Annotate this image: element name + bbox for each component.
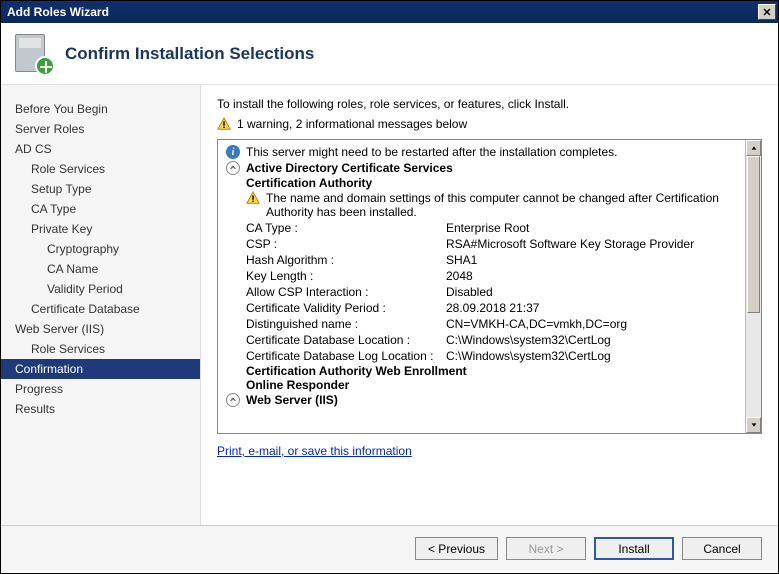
property-row: Certificate Database Log Location :C:\Wi…: [246, 348, 739, 364]
window-title: Add Roles Wizard: [7, 5, 109, 19]
sidebar-item-confirmation[interactable]: Confirmation: [1, 359, 200, 379]
sidebar-item-private-key[interactable]: Private Key: [1, 219, 200, 239]
sidebar-item-validity-period[interactable]: Validity Period: [1, 279, 200, 299]
sidebar-item-before-you-begin[interactable]: Before You Begin: [1, 99, 200, 119]
print-email-save-link[interactable]: Print, e-mail, or save this information: [217, 444, 762, 458]
scrollbar[interactable]: [745, 140, 761, 433]
warning-summary-text: 1 warning, 2 informational messages belo…: [237, 117, 467, 131]
iis-heading: Web Server (IIS): [246, 393, 338, 407]
main-panel: To install the following roles, role ser…: [201, 85, 778, 525]
warning-summary-row: 1 warning, 2 informational messages belo…: [217, 117, 762, 131]
property-row: CA Type :Enterprise Root: [246, 220, 739, 236]
property-key: Certificate Validity Period :: [246, 301, 446, 315]
property-key: Hash Algorithm :: [246, 253, 446, 267]
next-button: Next >: [506, 537, 586, 560]
sidebar-item-role-services[interactable]: Role Services: [1, 339, 200, 359]
restart-info-row: i This server might need to be restarted…: [226, 144, 739, 160]
property-value: C:\Windows\system32\CertLog: [446, 333, 611, 347]
cawe-heading: Certification Authority Web Enrollment: [246, 364, 739, 378]
collapse-icon[interactable]: [226, 393, 240, 407]
property-value: CN=VMKH-CA,DC=vmkh,DC=org: [446, 317, 627, 331]
install-button[interactable]: Install: [594, 537, 674, 560]
property-value: 28.09.2018 21:37: [446, 301, 539, 315]
sidebar-item-role-services[interactable]: Role Services: [1, 159, 200, 179]
property-key: Distinguished name :: [246, 317, 446, 331]
sidebar-item-cryptography[interactable]: Cryptography: [1, 239, 200, 259]
adcs-heading-row[interactable]: Active Directory Certificate Services: [226, 160, 739, 176]
adcs-heading: Active Directory Certificate Services: [246, 161, 453, 175]
sidebar-item-web-server-iis-[interactable]: Web Server (IIS): [1, 319, 200, 339]
ca-heading: Certification Authority: [246, 176, 739, 190]
sidebar-item-results[interactable]: Results: [1, 399, 200, 419]
iis-heading-row[interactable]: Web Server (IIS): [226, 392, 739, 408]
ca-warning-text: The name and domain settings of this com…: [266, 191, 739, 219]
property-key: Certificate Database Log Location :: [246, 349, 446, 363]
scroll-down-button[interactable]: [746, 417, 761, 433]
property-value: Enterprise Root: [446, 221, 529, 235]
property-key: Key Length :: [246, 269, 446, 283]
property-value: SHA1: [446, 253, 477, 267]
property-value: 2048: [446, 269, 473, 283]
property-value: RSA#Microsoft Software Key Storage Provi…: [446, 237, 694, 251]
previous-button[interactable]: < Previous: [415, 537, 498, 560]
property-row: Key Length :2048: [246, 268, 739, 284]
cancel-button[interactable]: Cancel: [682, 537, 762, 560]
intro-text: To install the following roles, role ser…: [217, 97, 762, 111]
property-row: CSP :RSA#Microsoft Software Key Storage …: [246, 236, 739, 252]
scroll-thumb[interactable]: [747, 156, 760, 313]
warning-icon: [217, 117, 231, 131]
ca-warning-row: The name and domain settings of this com…: [246, 190, 739, 220]
info-icon: i: [226, 145, 240, 159]
property-row: Distinguished name :CN=VMKH-CA,DC=vmkh,D…: [246, 316, 739, 332]
scroll-track[interactable]: [746, 156, 761, 417]
property-row: Certificate Database Location :C:\Window…: [246, 332, 739, 348]
property-row: Allow CSP Interaction :Disabled: [246, 284, 739, 300]
sidebar-item-ca-type[interactable]: CA Type: [1, 199, 200, 219]
property-key: Certificate Database Location :: [246, 333, 446, 347]
property-value: Disabled: [446, 285, 493, 299]
sidebar-item-setup-type[interactable]: Setup Type: [1, 179, 200, 199]
collapse-icon[interactable]: [226, 161, 240, 175]
sidebar-item-server-roles[interactable]: Server Roles: [1, 119, 200, 139]
restart-info-text: This server might need to be restarted a…: [246, 145, 618, 159]
sidebar-item-ad-cs[interactable]: AD CS: [1, 139, 200, 159]
close-button[interactable]: ✕: [758, 4, 776, 20]
property-key: CSP :: [246, 237, 446, 251]
wizard-steps-sidebar: Before You BeginServer RolesAD CSRole Se…: [1, 85, 201, 525]
warning-icon: [246, 191, 260, 205]
wizard-footer: < Previous Next > Install Cancel: [1, 525, 778, 571]
details-box: i This server might need to be restarted…: [217, 139, 762, 434]
property-key: Allow CSP Interaction :: [246, 285, 446, 299]
sidebar-item-ca-name[interactable]: CA Name: [1, 259, 200, 279]
scroll-up-button[interactable]: [746, 140, 761, 156]
property-row: Certificate Validity Period :28.09.2018 …: [246, 300, 739, 316]
wizard-header: Confirm Installation Selections: [1, 23, 778, 85]
title-bar: Add Roles Wizard ✕: [1, 1, 778, 23]
wizard-icon: [13, 34, 53, 74]
sidebar-item-certificate-database[interactable]: Certificate Database: [1, 299, 200, 319]
sidebar-item-progress[interactable]: Progress: [1, 379, 200, 399]
page-title: Confirm Installation Selections: [65, 44, 314, 64]
property-row: Hash Algorithm :SHA1: [246, 252, 739, 268]
property-key: CA Type :: [246, 221, 446, 235]
property-value: C:\Windows\system32\CertLog: [446, 349, 611, 363]
online-responder-heading: Online Responder: [246, 378, 739, 392]
